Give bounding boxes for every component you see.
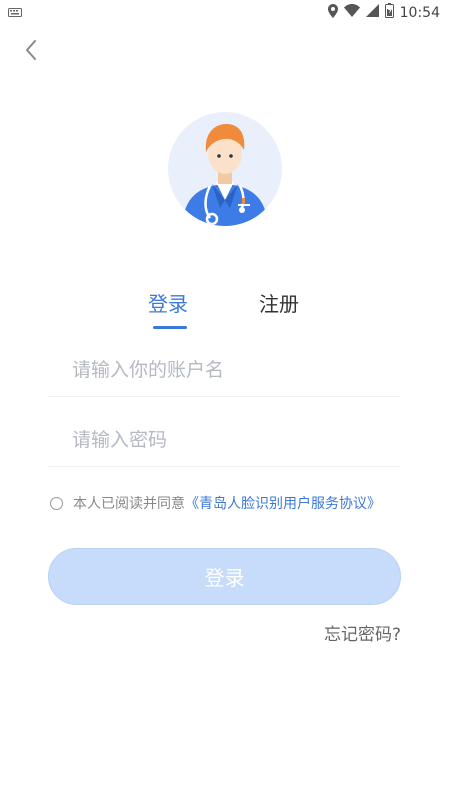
password-field xyxy=(48,414,401,467)
account-field xyxy=(48,344,401,397)
battery-icon xyxy=(384,3,394,22)
chevron-left-icon xyxy=(26,40,36,60)
doctor-avatar xyxy=(168,112,282,226)
agreement-link[interactable]: 《青岛人脸识别用户服务协议》 xyxy=(185,493,381,513)
agreement-radio[interactable] xyxy=(50,496,63,510)
back-button[interactable] xyxy=(18,36,46,64)
tab-login[interactable]: 登录 xyxy=(148,288,188,317)
password-input[interactable] xyxy=(48,414,401,466)
location-icon xyxy=(327,3,338,22)
status-bar: 10:54 xyxy=(0,0,450,24)
status-time: 10:54 xyxy=(399,4,440,21)
wifi-icon xyxy=(343,4,360,21)
active-tab-indicator xyxy=(153,326,187,329)
doctor-avatar-icon xyxy=(182,124,268,226)
agreement-row: 本人已阅读并同意 《青岛人脸识别用户服务协议》 xyxy=(50,493,381,513)
tab-register[interactable]: 注册 xyxy=(259,288,299,317)
auth-tabs: 登录 注册 xyxy=(0,288,450,338)
agreement-text: 本人已阅读并同意 xyxy=(73,496,185,512)
forgot-password-link[interactable]: 忘记密码? xyxy=(324,620,401,645)
account-input[interactable] xyxy=(48,344,401,396)
signal-icon xyxy=(365,4,379,21)
login-button[interactable]: 登录 xyxy=(48,548,401,605)
keyboard-icon xyxy=(8,6,22,21)
